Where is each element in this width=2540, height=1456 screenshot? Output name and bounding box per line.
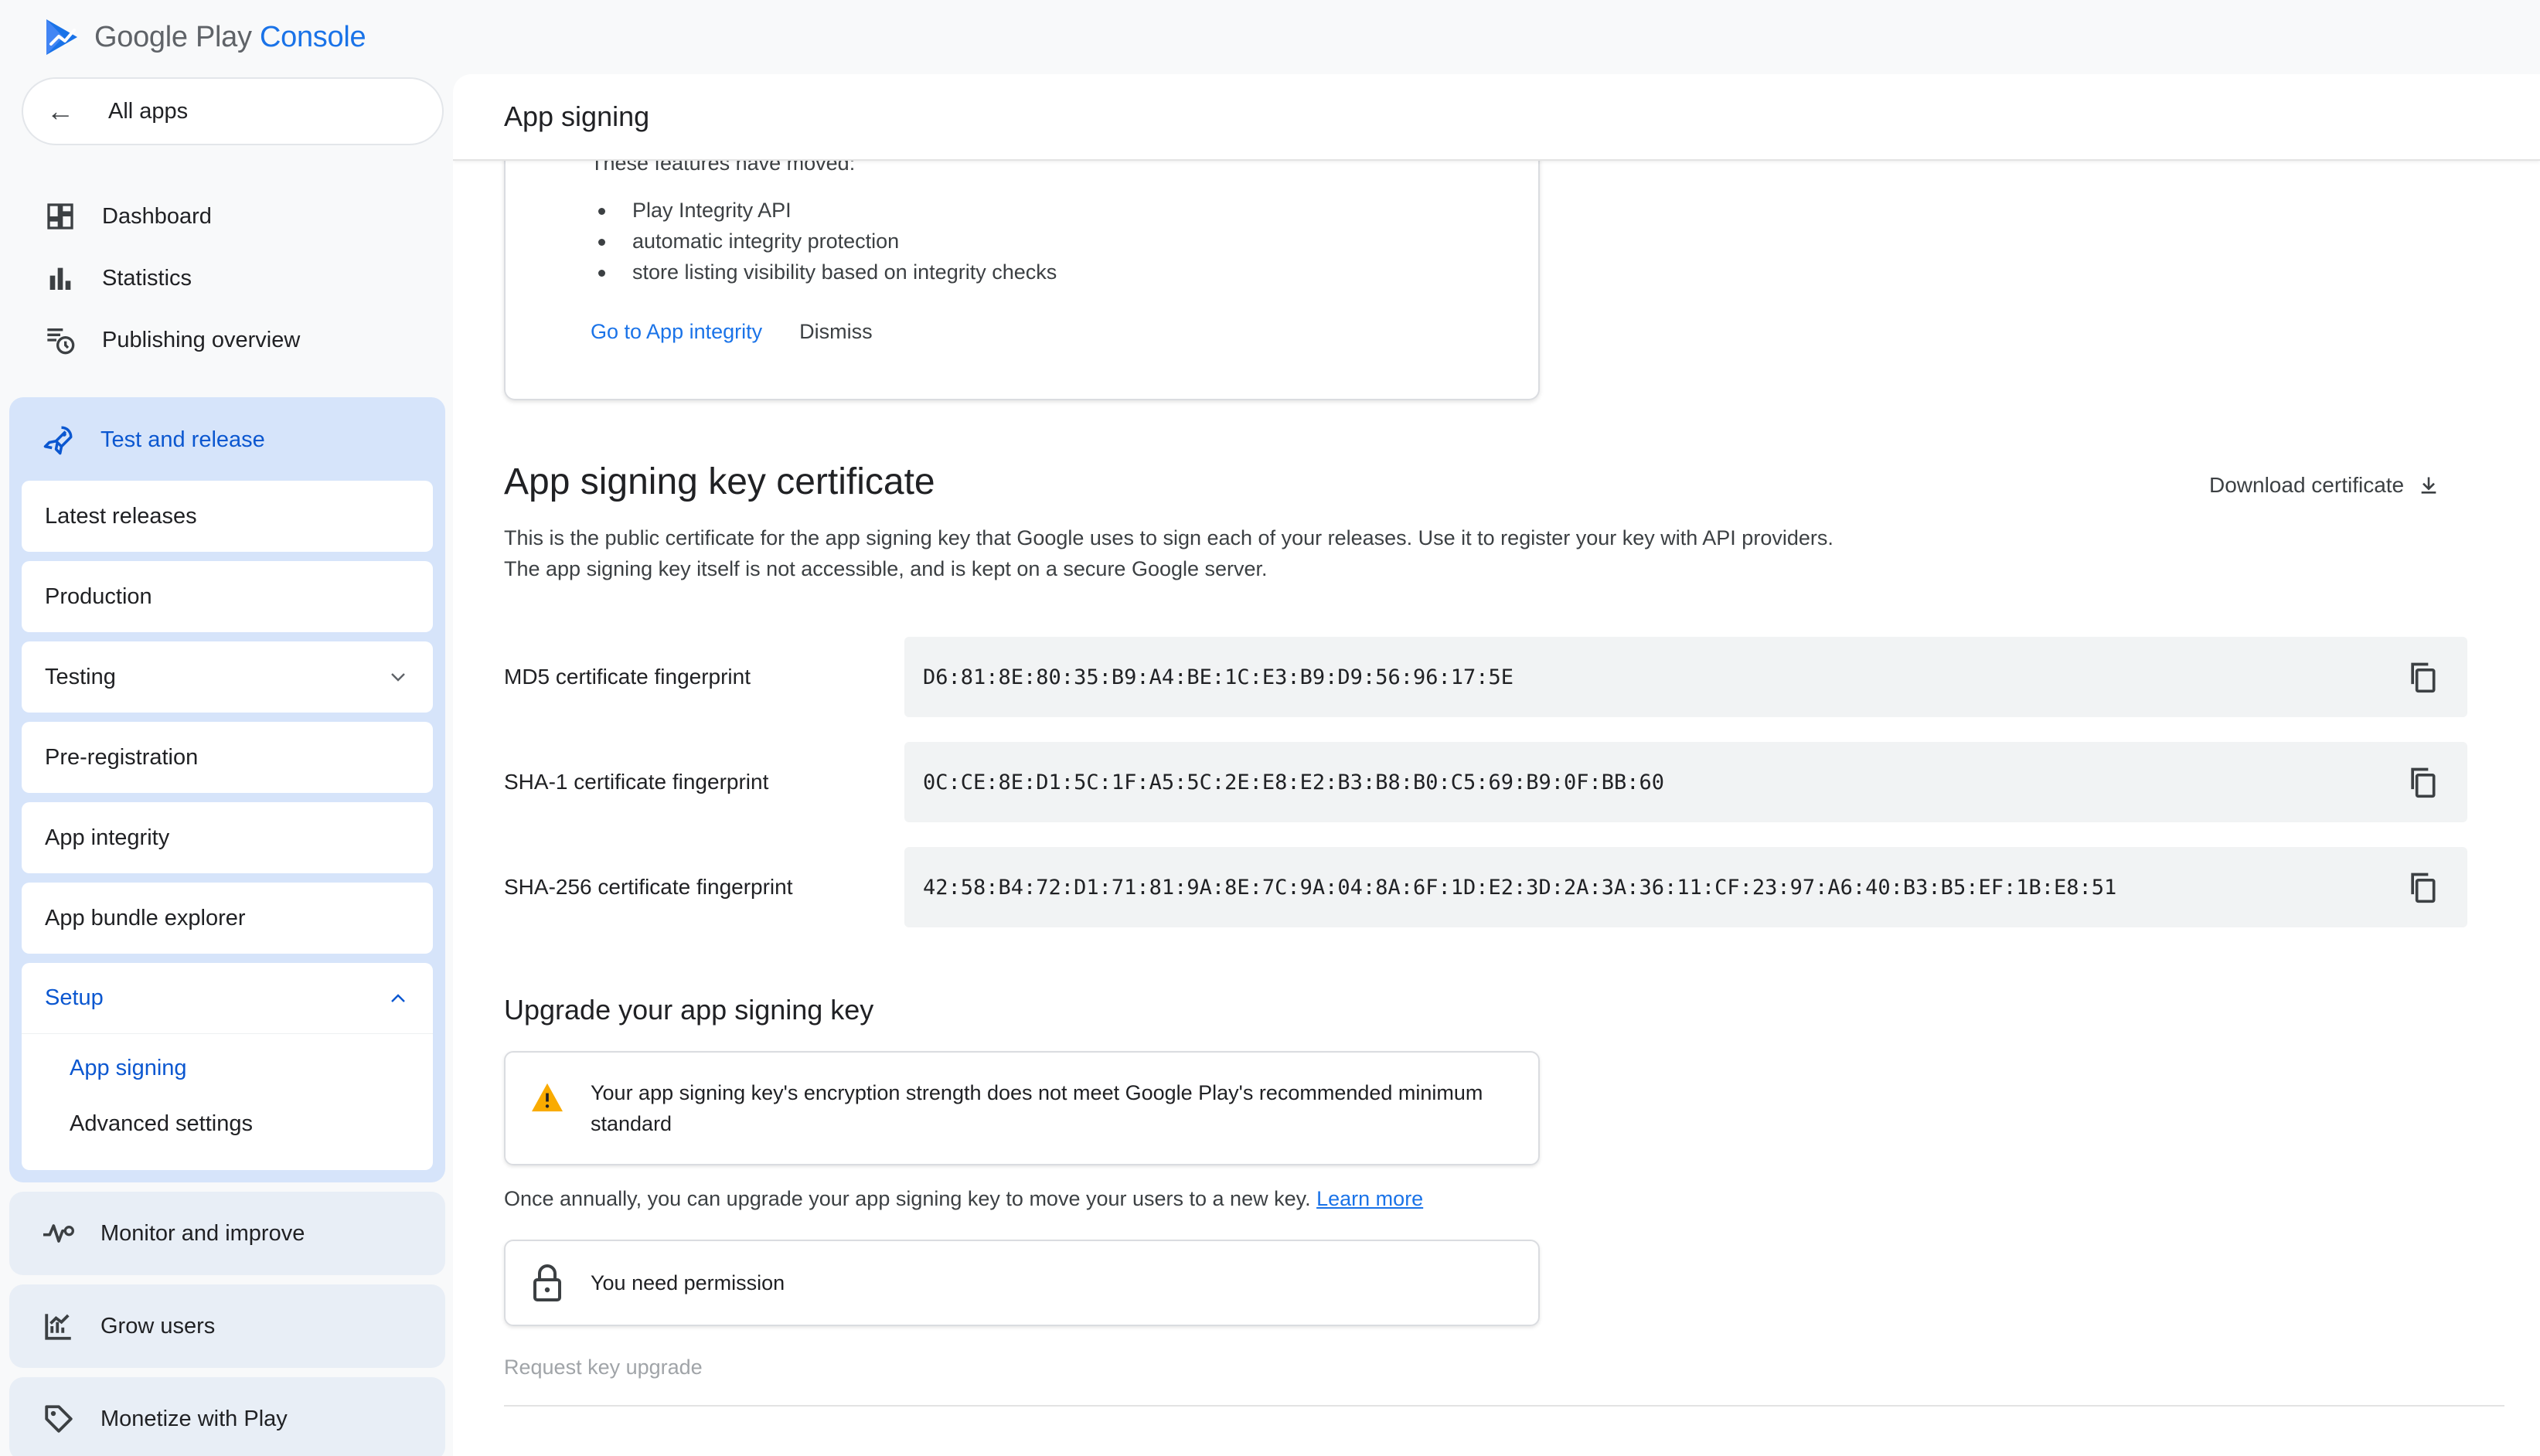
go-to-app-integrity-link[interactable]: Go to App integrity [591, 320, 762, 344]
sidebar-group-test-and-release: Test and release Latest releases Product… [9, 397, 445, 1182]
setup-header[interactable]: Setup [22, 963, 433, 1034]
sidebar-item-advanced-settings[interactable]: Advanced settings [22, 1096, 433, 1152]
monitor-and-improve-header: Monitor and improve [9, 1192, 445, 1275]
sidebar-setup-section: Setup App signing Advanced settings [22, 963, 433, 1170]
sidebar-item-label: Statistics [102, 265, 192, 291]
bar-chart-icon [43, 261, 77, 295]
upgrade-section-title: Upgrade your app signing key [504, 994, 874, 1026]
setup-label: Setup [45, 985, 104, 1010]
download-icon [2421, 477, 2436, 494]
sidebar-item-label: App bundle explorer [45, 905, 246, 930]
download-certificate-label: Download certificate [2209, 473, 2405, 497]
annual-upgrade-message: Once annually, you can upgrade your app … [504, 1187, 1311, 1210]
copy-icon[interactable] [2406, 870, 2440, 904]
sidebar-item-dashboard[interactable]: Dashboard [22, 189, 447, 244]
encryption-warning-card: Your app signing key's encryption streng… [504, 1051, 1540, 1165]
tag-icon [42, 1402, 76, 1436]
notice-actions: Go to App integrity Dismiss [591, 320, 873, 344]
sha1-fingerprint-row: SHA-1 certificate fingerprint 0C:CE:8E:D… [504, 742, 2467, 822]
fingerprint-value[interactable]: D6:81:8E:80:35:B9:A4:BE:1C:E3:B9:D9:56:9… [923, 665, 1513, 689]
monetize-with-play-header: Monetize with Play [9, 1377, 445, 1456]
sidebar-item-app-signing[interactable]: App signing [22, 1040, 433, 1096]
all-apps-label: All apps [108, 98, 189, 124]
fingerprint-label: MD5 certificate fingerprint [504, 665, 751, 689]
page-title: App signing [453, 74, 2540, 161]
logo-text-console: Console [259, 20, 366, 53]
all-apps-button[interactable]: ← All apps [22, 77, 444, 145]
main-content: App signing These features have moved: P… [453, 74, 2540, 1456]
sidebar-item-label: Dashboard [102, 203, 212, 229]
sidebar-item-label: Publishing overview [102, 327, 301, 352]
list-item: Play Integrity API [595, 195, 1057, 226]
sidebar: ← All apps Dashboard Statistics Publishi… [0, 74, 453, 1456]
rocket-icon [42, 423, 76, 457]
back-arrow-icon: ← [46, 95, 74, 127]
sidebar-item-production[interactable]: Production [22, 561, 433, 632]
warning-text: Your app signing key's encryption streng… [591, 1081, 1483, 1135]
sidebar-item-latest-releases[interactable]: Latest releases [22, 481, 433, 552]
top-bar: Google Play Console [0, 0, 2540, 74]
lock-icon [533, 1264, 561, 1301]
sidebar-item-label: Pre-registration [45, 744, 199, 770]
sidebar-item-label: App integrity [45, 825, 170, 850]
fingerprint-value-box: 42:58:B4:72:D1:71:81:9A:8E:7C:9A:04:8A:6… [904, 847, 2467, 927]
chevron-up-icon [391, 993, 405, 1002]
grow-users-header: Grow users [9, 1284, 445, 1368]
sidebar-group-monetize-with-play[interactable]: Monetize with Play [9, 1377, 445, 1456]
md5-fingerprint-row: MD5 certificate fingerprint D6:81:8E:80:… [504, 637, 2467, 717]
fingerprint-value-box: D6:81:8E:80:35:B9:A4:BE:1C:E3:B9:D9:56:9… [904, 637, 2467, 717]
logo-text-google-play: Google Play [94, 20, 252, 53]
fingerprint-label: SHA-1 certificate fingerprint [504, 770, 769, 794]
grow-users-label: Grow users [100, 1313, 216, 1339]
fingerprint-value[interactable]: 42:58:B4:72:D1:71:81:9A:8E:7C:9A:04:8A:6… [923, 876, 2116, 900]
sidebar-item-publishing-overview[interactable]: Publishing overview [22, 312, 447, 368]
copy-icon[interactable] [2406, 660, 2440, 694]
fingerprint-label: SHA-256 certificate fingerprint [504, 875, 793, 899]
monitor-icon [42, 1216, 76, 1250]
dismiss-button[interactable]: Dismiss [799, 320, 873, 344]
notice-list: Play Integrity API automatic integrity p… [595, 195, 1057, 287]
fingerprint-value[interactable]: 0C:CE:8E:D1:5C:1F:A5:5C:2E:E8:E2:B3:B8:B… [923, 771, 1664, 794]
app-logo-text[interactable]: Google Play Console [94, 21, 366, 54]
certificate-description: This is the public certificate for the a… [504, 526, 1833, 580]
fingerprint-value-box: 0C:CE:8E:D1:5C:1F:A5:5C:2E:E8:E2:B3:B8:B… [904, 742, 2467, 822]
copy-icon[interactable] [2406, 765, 2440, 799]
sidebar-group-grow-users[interactable]: Grow users [9, 1284, 445, 1368]
certificate-section-title: App signing key certificate [504, 461, 935, 502]
sidebar-item-app-bundle-explorer[interactable]: App bundle explorer [22, 883, 433, 954]
sidebar-group-monitor-and-improve[interactable]: Monitor and improve [9, 1192, 445, 1275]
request-key-upgrade-button[interactable]: Request key upgrade [504, 1356, 703, 1379]
permission-card: You need permission [504, 1240, 1540, 1326]
monetize-with-play-label: Monetize with Play [100, 1406, 288, 1431]
list-item: automatic integrity protection [595, 226, 1057, 257]
sidebar-item-label: Latest releases [45, 503, 197, 529]
sidebar-item-statistics[interactable]: Statistics [22, 250, 447, 306]
dashboard-icon [43, 199, 77, 233]
play-console-logo-icon[interactable] [43, 18, 80, 56]
sidebar-item-label: Advanced settings [70, 1111, 253, 1136]
chevron-down-icon [391, 673, 405, 682]
sidebar-item-label: Production [45, 583, 152, 609]
test-and-release-label: Test and release [100, 427, 265, 452]
sidebar-item-label: App signing [70, 1055, 187, 1080]
sha256-fingerprint-row: SHA-256 certificate fingerprint 42:58:B4… [504, 847, 2467, 927]
learn-more-link[interactable]: Learn more [1316, 1187, 1423, 1210]
test-and-release-header[interactable]: Test and release [9, 397, 445, 482]
sidebar-item-app-integrity[interactable]: App integrity [22, 802, 433, 873]
monitor-and-improve-label: Monitor and improve [100, 1220, 305, 1246]
section-divider [504, 1405, 2504, 1407]
publishing-overview-icon [43, 323, 77, 357]
sidebar-item-pre-registration[interactable]: Pre-registration [22, 722, 433, 793]
permission-text: You need permission [591, 1271, 785, 1294]
features-moved-notice: These features have moved: Play Integrit… [504, 144, 1540, 400]
annual-upgrade-text: Once annually, you can upgrade your app … [504, 1187, 1423, 1211]
list-item: store listing visibility based on integr… [595, 257, 1057, 287]
sidebar-item-testing[interactable]: Testing [22, 641, 433, 713]
download-certificate-button[interactable]: Download certificate [2209, 473, 2440, 498]
warning-icon [532, 1083, 563, 1112]
grow-users-icon [42, 1309, 76, 1343]
sidebar-item-label: Testing [45, 664, 116, 689]
